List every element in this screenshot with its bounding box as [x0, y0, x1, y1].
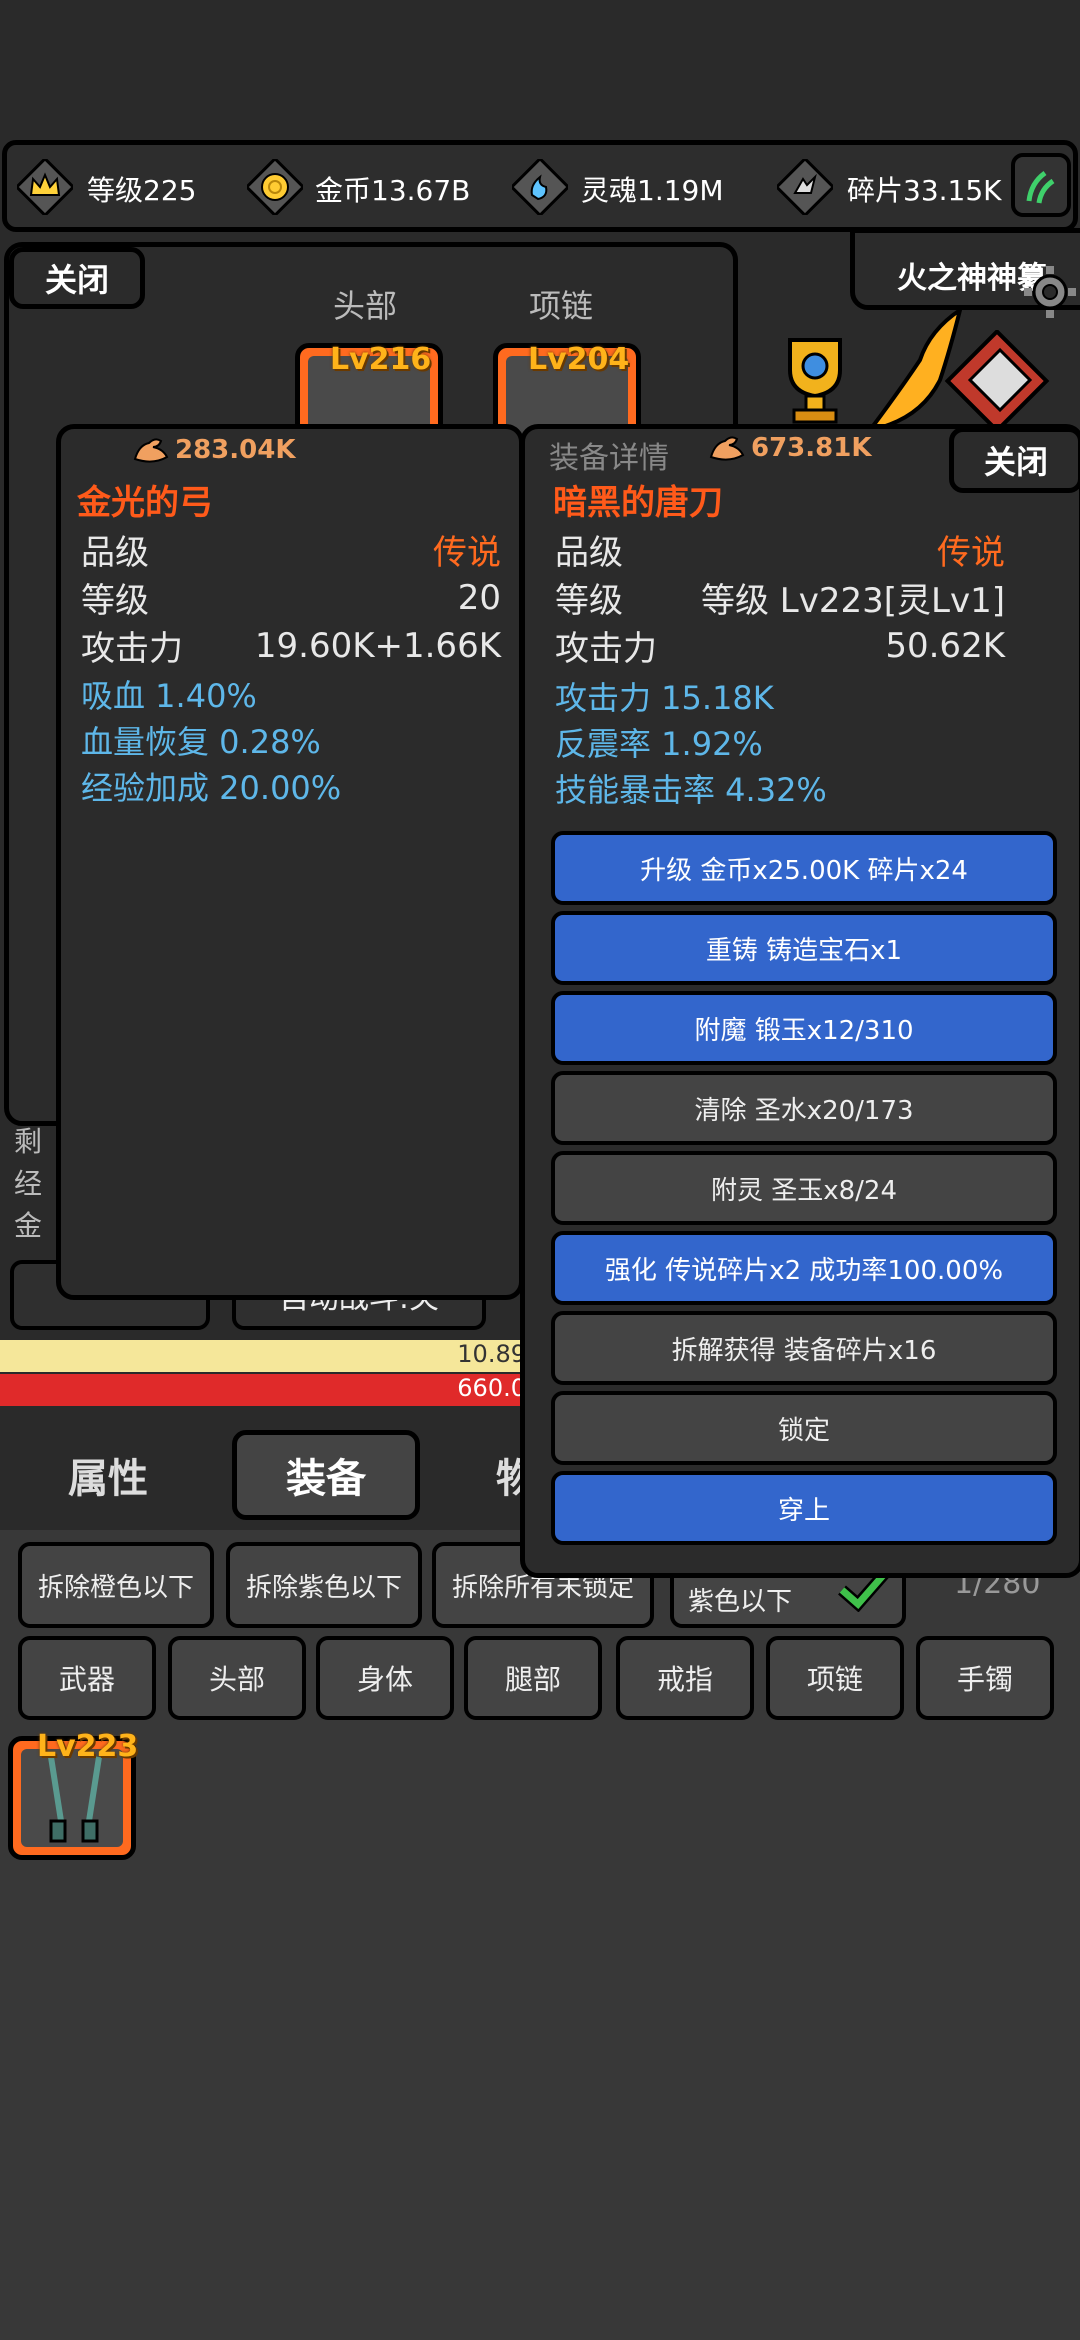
slot-head-lv: Lv216: [330, 342, 432, 377]
gear-icon[interactable]: [1020, 262, 1080, 322]
dismantle-button[interactable]: 拆解获得 装备碎片x16: [551, 1311, 1057, 1385]
equip-button[interactable]: 穿上: [551, 1471, 1057, 1545]
tab-equipment-label: 装备: [286, 1456, 366, 1502]
detail-power: 673.81K: [709, 433, 871, 463]
soul-icon: [509, 156, 571, 218]
shard-icon: [774, 156, 836, 218]
compare-card: 283.04K 金光的弓 品级 传说 等级 20 攻击力 19.60K+1.66…: [56, 424, 524, 1300]
category-ring[interactable]: 戒指: [616, 1636, 754, 1720]
compare-item-name: 金光的弓: [77, 483, 213, 523]
detail-row-level: 等级 等级 Lv223[灵Lv1]: [555, 581, 1005, 621]
behind-text-2: 经: [14, 1167, 43, 1200]
crown-icon: [14, 156, 76, 218]
detail-close-button[interactable]: 关闭: [949, 427, 1080, 493]
category-necklace[interactable]: 项链: [766, 1636, 904, 1720]
tab-attributes[interactable]: 属性: [68, 1446, 148, 1504]
shards-text: 碎片33.15K: [847, 174, 1002, 207]
close-button-behind-label: 关闭: [44, 261, 109, 299]
compare-stat-regen: 血量恢复 0.28%: [81, 723, 321, 761]
detail-item-name: 暗黑的唐刀: [553, 483, 723, 523]
clear-button[interactable]: 清除 圣水x20/173: [551, 1071, 1057, 1145]
reforge-button[interactable]: 重铸 铸造宝石x1: [551, 911, 1057, 985]
category-weapon[interactable]: 武器: [18, 1636, 156, 1720]
power-bar-red-value: 660.0: [457, 1374, 526, 1402]
gold-text: 金币13.67B: [315, 174, 471, 207]
slot-necklace-lv: Lv204: [528, 342, 630, 377]
compare-power: 283.04K: [133, 435, 295, 465]
detail-row-attack: 攻击力 50.62K: [555, 625, 1005, 670]
slot-necklace-label: 项链: [529, 287, 594, 325]
spirit-attach-button[interactable]: 附灵 圣玉x8/24: [551, 1151, 1057, 1225]
power-bar-yellow-value: 10.89: [457, 1340, 526, 1368]
category-head[interactable]: 头部: [168, 1636, 306, 1720]
trophy-icon: [770, 330, 860, 430]
lock-button[interactable]: 锁定: [551, 1391, 1057, 1465]
behind-text-1: 剩: [14, 1125, 43, 1158]
upgrade-button[interactable]: 升级 金币x25.00K 碎片x24: [551, 831, 1057, 905]
muscle-icon: [709, 436, 745, 461]
detail-close-label: 关闭: [983, 443, 1048, 481]
detail-row-grade: 品级 传说: [555, 533, 1005, 573]
level-text: 等级225: [87, 174, 197, 207]
inventory-item[interactable]: Lv223: [8, 1729, 138, 1860]
compare-power-value: 283.04K: [175, 435, 296, 465]
gold-coin-icon: [244, 156, 306, 218]
detail-header: 装备详情: [549, 441, 669, 476]
twin-blades-icon: [48, 1756, 102, 1843]
signal-icon[interactable]: [1011, 153, 1071, 217]
enchant-button[interactable]: 附魔 锻玉x12/310: [551, 991, 1057, 1065]
detail-stat-attack: 攻击力 15.18K: [555, 679, 774, 717]
dismantle-orange-button[interactable]: 拆除橙色以下: [18, 1542, 214, 1628]
inventory-item-lv: Lv223: [37, 1729, 139, 1764]
detail-stat-reflect: 反震率 1.92%: [555, 725, 763, 763]
tab-equipment[interactable]: 装备: [232, 1430, 420, 1520]
behind-text-3: 金: [14, 1209, 43, 1242]
muscle-icon: [133, 438, 169, 463]
compare-stat-exp: 经验加成 20.00%: [81, 769, 342, 807]
resource-bar: 等级225 金币13.67B 灵魂1.19M 碎片33.15K: [2, 140, 1078, 232]
strengthen-button[interactable]: 强化 传说碎片x2 成功率100.00%: [551, 1231, 1057, 1305]
category-legs[interactable]: 腿部: [464, 1636, 602, 1720]
detail-power-value: 673.81K: [751, 433, 872, 463]
compare-stat-lifesteal: 吸血 1.40%: [81, 677, 257, 715]
compare-row-attack: 攻击力 19.60K+1.66K: [81, 625, 501, 670]
soul-text: 灵魂1.19M: [581, 174, 724, 207]
close-button-behind[interactable]: 关闭: [9, 247, 145, 309]
detail-stat-skill-crit: 技能暴击率 4.32%: [555, 771, 827, 809]
compare-row-grade: 品级 传说: [81, 533, 501, 573]
category-body[interactable]: 身体: [316, 1636, 454, 1720]
equipment-detail-card: 装备详情 673.81K 关闭 暗黑的唐刀 品级 传说 等级 等级 Lv223[…: [520, 424, 1080, 1578]
category-bracelet[interactable]: 手镯: [916, 1636, 1054, 1720]
dismantle-purple-button[interactable]: 拆除紫色以下: [226, 1542, 422, 1628]
compare-row-level: 等级 20: [81, 577, 501, 622]
slot-head-label: 头部: [333, 287, 398, 325]
power-bar-yellow: 10.89: [0, 1340, 540, 1372]
power-bar-red: 660.0: [0, 1374, 540, 1406]
